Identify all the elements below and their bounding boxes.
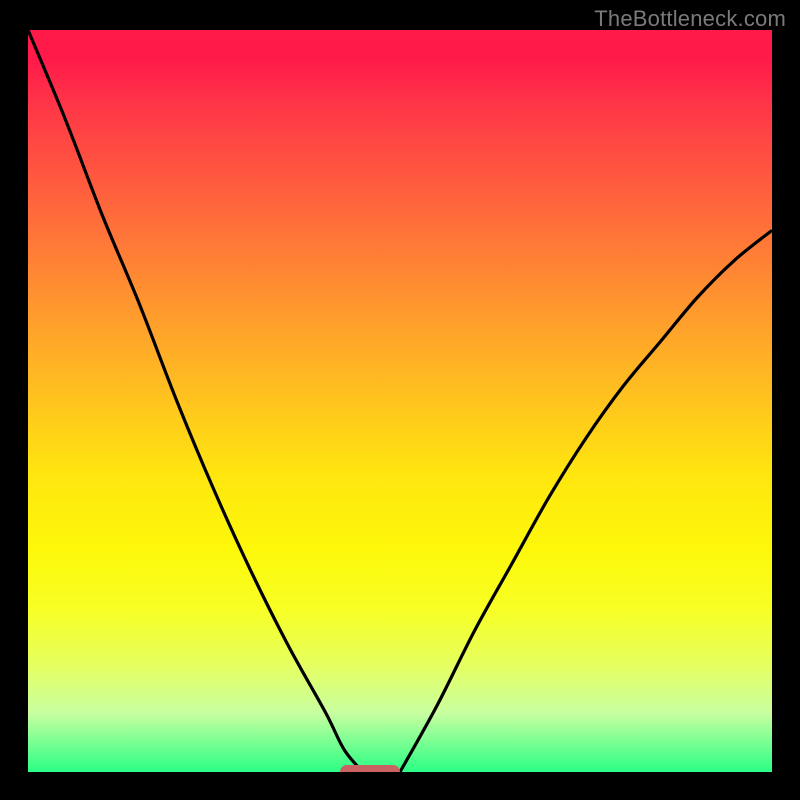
curves-svg	[28, 30, 772, 772]
chart-frame	[10, 30, 790, 790]
watermark-text: TheBottleneck.com	[594, 6, 786, 32]
left-curve	[28, 30, 363, 772]
plot-area	[28, 30, 772, 772]
bottleneck-marker	[340, 765, 400, 772]
right-curve	[400, 230, 772, 772]
